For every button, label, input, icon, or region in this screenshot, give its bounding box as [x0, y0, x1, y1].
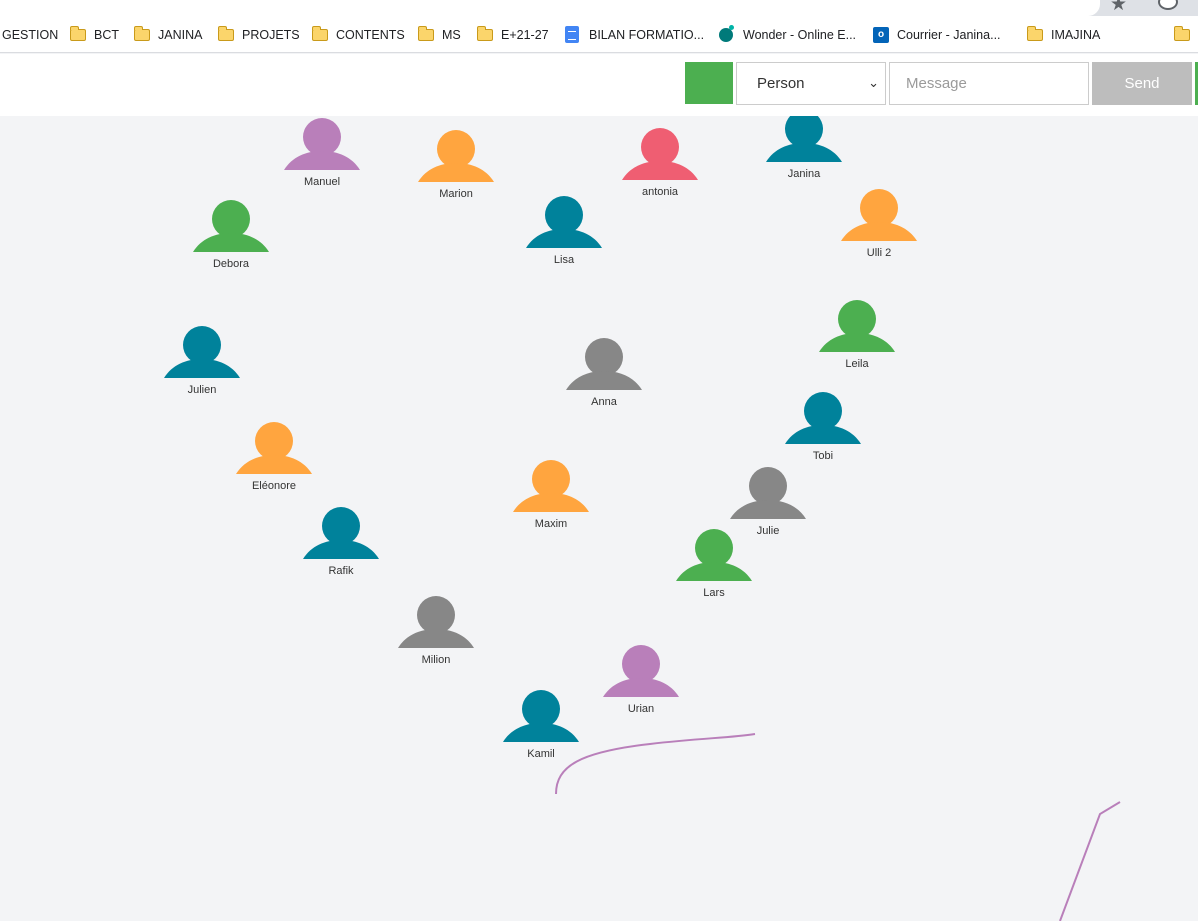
- person-icon: [193, 200, 269, 252]
- person-select[interactable]: Person ⌄: [736, 62, 886, 105]
- folder-icon: [476, 25, 493, 41]
- send-button[interactable]: Send: [1092, 62, 1192, 105]
- person-name: Urian: [627, 703, 655, 715]
- color-picker-button[interactable]: [685, 62, 733, 104]
- person-avatar[interactable]: Urian: [603, 637, 679, 727]
- person-avatar[interactable]: Marion: [418, 122, 494, 212]
- person-avatar[interactable]: Milion: [398, 588, 474, 678]
- outlook-icon: o: [873, 26, 889, 43]
- folder-icon: [1173, 25, 1190, 41]
- person-name: Eléonore: [251, 480, 297, 492]
- person-avatar[interactable]: Janina: [766, 116, 842, 192]
- bookmark-wonder[interactable]: Wonder - Online E...: [719, 16, 856, 53]
- person-name: antonia: [641, 186, 679, 198]
- people-canvas[interactable]: Manuel Marion antonia Janina Debora Lisa Ulli …: [0, 116, 1198, 921]
- wonder-logo-icon: [719, 24, 734, 42]
- bookmark-janina[interactable]: JANINA: [133, 16, 203, 53]
- person-avatar[interactable]: Kamil: [503, 682, 579, 772]
- person-name: Lisa: [553, 254, 575, 266]
- bookmarks-bar: GESTION BCT JANINA PROJETS CONTENTS MS E…: [0, 16, 1198, 53]
- person-name: Rafik: [328, 565, 354, 577]
- folder-icon: [311, 25, 328, 41]
- bookmark-projets[interactable]: PROJETS: [217, 16, 300, 53]
- bookmark-label: Wonder - Online E...: [743, 27, 857, 42]
- message-input[interactable]: [889, 62, 1089, 105]
- person-avatar[interactable]: Manuel: [284, 116, 360, 200]
- person-select-value: Person: [757, 75, 805, 92]
- bookmark-label: JANINA: [158, 27, 203, 42]
- person-avatar[interactable]: Ulli 2: [841, 181, 917, 271]
- drawn-stroke: [1059, 801, 1121, 921]
- bookmark-imajina[interactable]: IMAJINA: [1026, 16, 1101, 53]
- message-toolbar: Person ⌄ Send: [0, 54, 1198, 116]
- person-name: Milion: [421, 654, 451, 666]
- bookmark-bct[interactable]: BCT: [69, 16, 119, 53]
- browser-top-bar: ★: [0, 0, 1198, 16]
- person-icon: [841, 189, 917, 241]
- folder-icon: [417, 25, 434, 41]
- person-name: Kamil: [527, 748, 555, 760]
- person-avatar[interactable]: Leila: [819, 292, 895, 382]
- person-icon: [418, 130, 494, 182]
- drawn-stroke: [555, 733, 756, 795]
- address-bar[interactable]: [0, 0, 1100, 16]
- person-avatar[interactable]: Julien: [164, 318, 240, 408]
- bookmark-courrier[interactable]: o Courrier - Janina...: [873, 16, 1001, 53]
- bookmark-label: CONTENTS: [336, 27, 405, 42]
- bookmark-contents[interactable]: CONTENTS: [311, 16, 405, 53]
- person-avatar[interactable]: Maxim: [513, 452, 589, 542]
- person-icon: [303, 507, 379, 559]
- person-icon: [785, 392, 861, 444]
- person-name: Marion: [439, 188, 473, 200]
- google-docs-icon: [565, 26, 579, 43]
- chevron-down-icon: ⌄: [868, 75, 879, 90]
- person-icon: [566, 338, 642, 390]
- person-icon: [398, 596, 474, 648]
- person-icon: [236, 422, 312, 474]
- person-icon: [513, 460, 589, 512]
- bookmark-label: BILAN FORMATIO...: [589, 27, 705, 42]
- person-icon: [676, 529, 752, 581]
- person-icon: [526, 196, 602, 248]
- bookmark-bilan-formation[interactable]: BILAN FORMATIO...: [565, 16, 704, 53]
- person-icon: [603, 645, 679, 697]
- folder-icon: [133, 25, 150, 41]
- person-icon: [819, 300, 895, 352]
- person-avatar[interactable]: Rafik: [303, 499, 379, 589]
- bookmark-label: Courrier - Janina...: [897, 27, 1001, 42]
- folder-icon: [69, 25, 86, 41]
- person-name: Debora: [212, 258, 250, 270]
- person-name: Maxim: [534, 518, 568, 530]
- person-name: Lars: [703, 587, 725, 599]
- bookmark-overflow-folder[interactable]: [1173, 16, 1198, 53]
- bookmark-label: PROJETS: [242, 27, 300, 42]
- person-icon: [503, 690, 579, 742]
- person-name: Leila: [845, 358, 869, 370]
- person-name: Julien: [187, 384, 217, 396]
- bookmark-ms[interactable]: MS: [417, 16, 461, 53]
- bookmark-label: BCT: [94, 27, 119, 42]
- extension-icon[interactable]: [1158, 0, 1178, 10]
- person-avatar[interactable]: antonia: [622, 120, 698, 210]
- bookmark-label: IMAJINA: [1051, 27, 1101, 42]
- bookmark-e21-27[interactable]: E+21-27: [476, 16, 549, 53]
- folder-icon: [1026, 25, 1043, 41]
- bookmark-label: GESTION: [2, 27, 59, 42]
- person-avatar[interactable]: Eléonore: [236, 414, 312, 504]
- person-icon: [622, 128, 698, 180]
- person-name: Ulli 2: [866, 247, 892, 259]
- person-name: Janina: [787, 168, 821, 180]
- person-avatar[interactable]: Lars: [676, 521, 752, 611]
- person-name: Manuel: [303, 176, 341, 188]
- person-avatar[interactable]: Anna: [566, 330, 642, 420]
- bookmark-gestion[interactable]: GESTION: [2, 16, 58, 53]
- person-name: Anna: [591, 396, 617, 408]
- person-avatar[interactable]: Lisa: [526, 188, 602, 278]
- bookmark-star-icon[interactable]: ★: [1110, 0, 1127, 14]
- person-avatar[interactable]: Debora: [193, 192, 269, 282]
- bookmark-label: E+21-27: [501, 27, 549, 42]
- bookmark-label: MS: [442, 27, 461, 42]
- person-icon: [164, 326, 240, 378]
- folder-icon: [217, 25, 234, 41]
